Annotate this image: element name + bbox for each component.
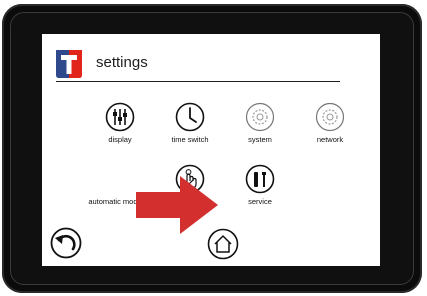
tile-label: service xyxy=(248,197,272,206)
page-title: settings xyxy=(96,54,148,71)
tile-label: time switch xyxy=(171,135,209,144)
tile-network[interactable]: network xyxy=(295,102,365,144)
gear-icon xyxy=(315,102,345,132)
pointer-arrow-annotation xyxy=(136,176,218,234)
tile-label: system xyxy=(248,135,272,144)
tile-label: network xyxy=(316,135,344,144)
brand-logo xyxy=(56,50,82,78)
gear-icon xyxy=(245,102,275,132)
tile-label: display xyxy=(108,135,132,144)
tile-display[interactable]: display xyxy=(85,102,155,144)
back-arrow-icon[interactable] xyxy=(50,227,82,259)
sliders-icon xyxy=(105,102,135,132)
header: settings xyxy=(56,48,340,84)
tile-time-switch[interactable]: time switch xyxy=(155,102,225,144)
clock-icon xyxy=(175,102,205,132)
tools-icon xyxy=(245,164,275,194)
touch-screen: settings display time switch system netw… xyxy=(42,34,380,266)
header-divider xyxy=(56,81,340,82)
tile-system[interactable]: system xyxy=(225,102,295,144)
tile-service[interactable]: service xyxy=(225,164,295,206)
